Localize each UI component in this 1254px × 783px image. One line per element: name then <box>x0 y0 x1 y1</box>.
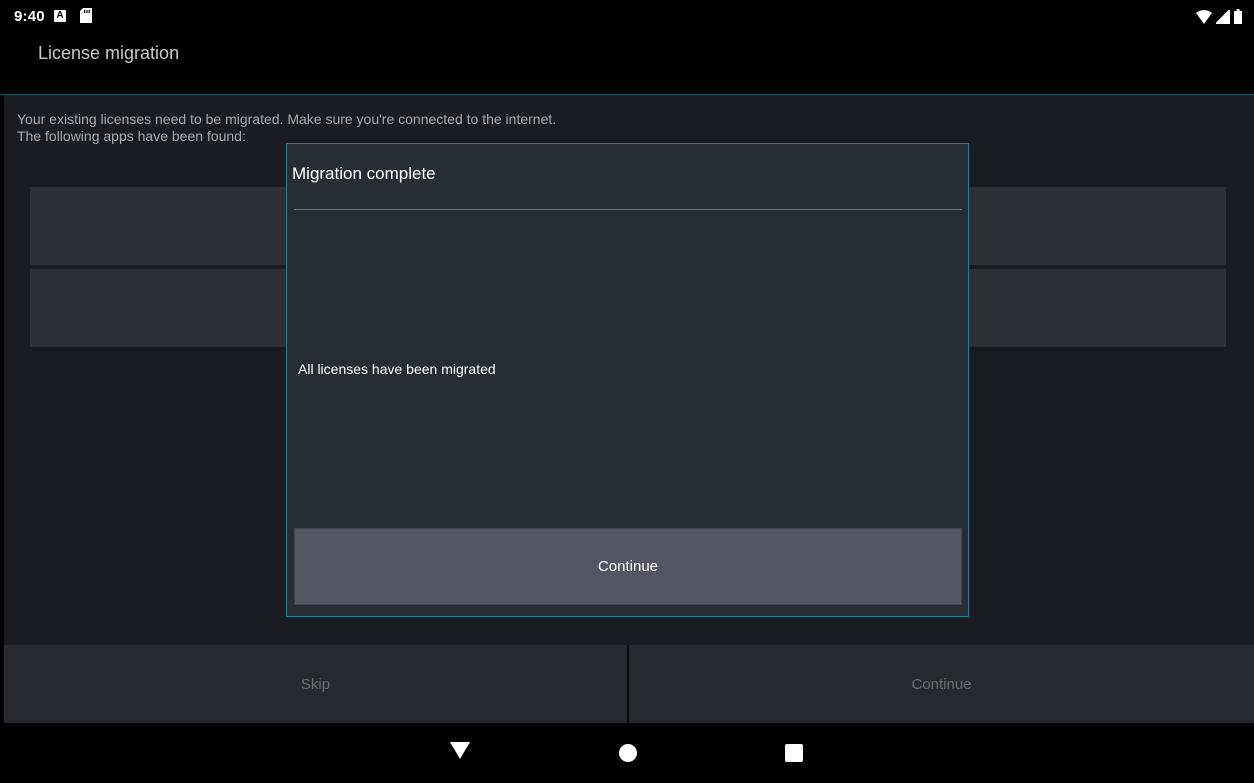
status-time: 9:40 <box>14 8 45 25</box>
back-icon[interactable] <box>450 742 470 759</box>
system-icons <box>1196 7 1242 29</box>
page-title: License migration <box>38 43 180 63</box>
migration-complete-dialog: Migration complete All licenses have bee… <box>286 143 969 617</box>
migration-description: Your existing licenses need to be migrat… <box>17 111 556 145</box>
wifi-icon <box>1196 9 1212 29</box>
recents-icon[interactable] <box>785 744 803 762</box>
dialog-title: Migration complete <box>292 164 436 183</box>
dialog-divider <box>294 209 962 210</box>
continue-button[interactable]: Continue <box>629 645 1254 723</box>
home-icon[interactable] <box>619 744 637 762</box>
a-icon: A <box>54 10 66 22</box>
signal-icon <box>1213 7 1231 29</box>
description-line-1: Your existing licenses need to be migrat… <box>17 111 557 127</box>
app-bar: License migration <box>0 32 1254 95</box>
skip-button[interactable]: Skip <box>4 645 627 723</box>
status-bar: 9:40 A <box>0 0 1254 32</box>
dialog-message: All licenses have been migrated <box>298 361 496 377</box>
sd-card-icon <box>80 8 92 28</box>
battery-icon <box>1234 9 1242 29</box>
dialog-continue-button[interactable]: Continue <box>294 528 962 605</box>
